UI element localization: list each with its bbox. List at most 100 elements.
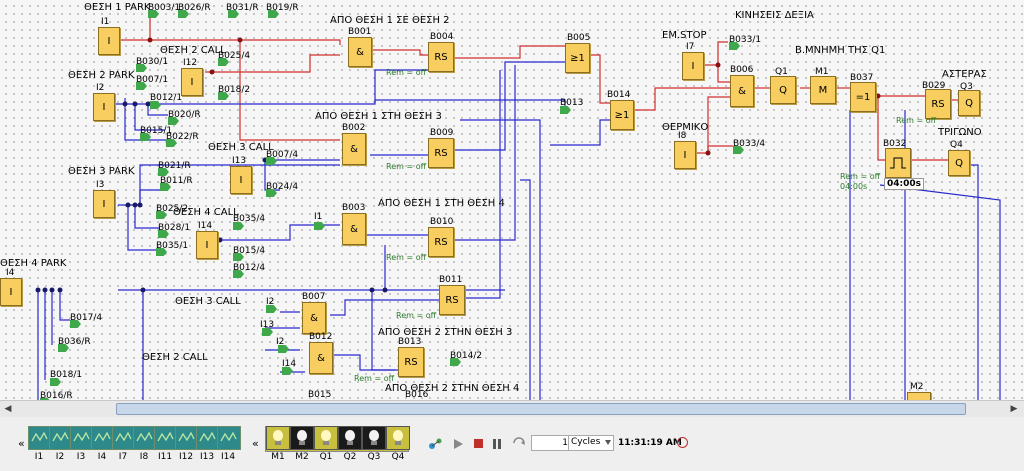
output-block-Q3[interactable]: Q (958, 90, 980, 116)
pulse-icon (890, 157, 906, 169)
cycles-label: Cycles (571, 437, 601, 447)
outputs-scroll-left[interactable]: « (252, 437, 259, 450)
cycle-icon[interactable] (512, 437, 526, 449)
scrollbar-thumb[interactable] (116, 403, 966, 415)
output-block-Q4[interactable]: Q (948, 150, 970, 176)
input-block-I8[interactable]: I (674, 141, 696, 169)
timer-block-B032[interactable] (885, 148, 911, 178)
and-block-B007[interactable]: & (302, 302, 326, 334)
block-id-B006: B006 (730, 65, 754, 75)
inputs-scroll-left[interactable]: « (18, 437, 25, 450)
switch-icon (199, 431, 216, 442)
or-block-B014[interactable]: ≥1 (610, 100, 634, 130)
connector-label: B016/R (40, 391, 73, 400)
input-block-I1[interactable]: I (98, 27, 120, 55)
circuit-diagram-canvas[interactable]: I I1 I I12 I I2 I I3 I I13 I I14 I I4 I … (0, 0, 1024, 400)
bulb-base (299, 441, 305, 445)
connector-label: B012/4 (233, 263, 266, 273)
switch-icon (31, 431, 48, 442)
connector-label: B003/1 (148, 3, 181, 13)
flag-block-M1[interactable]: M (810, 76, 836, 104)
input-block-I4[interactable]: I (0, 278, 22, 306)
input-block-I14[interactable]: I (196, 231, 218, 259)
horizontal-scrollbar[interactable]: ◀ ▶ (0, 400, 1024, 418)
switch-icon (157, 431, 174, 442)
clock-icon[interactable] (677, 437, 688, 448)
block-id-B014: B014 (607, 90, 631, 100)
title-em-stop: EM.STOP (662, 30, 707, 41)
block-id-B013: B013 (398, 337, 422, 347)
block-id-B037: B037 (850, 73, 874, 83)
connector-label: B011/R (160, 176, 193, 186)
input-block-I7[interactable]: I (682, 52, 704, 80)
block-id-B007: B007 (302, 292, 326, 302)
connector-label: B026/R (178, 3, 211, 13)
bulb-base (347, 441, 353, 445)
rs-block-B009[interactable]: RS (428, 138, 454, 168)
connector-label: B024/4 (266, 182, 299, 192)
input-block-I3[interactable]: I (93, 190, 115, 218)
switch-icon (136, 431, 153, 442)
connector-label: B018/2 (218, 85, 251, 95)
remanence-label: Rem = off (896, 116, 937, 125)
and-block-B003[interactable]: & (342, 213, 366, 245)
bulb-base (275, 441, 281, 445)
connector-label: B025/2 (156, 204, 189, 214)
connector-label: B018/1 (50, 370, 83, 380)
bulb-base (323, 441, 329, 445)
simulation-time: 11:31:19 AM (618, 438, 682, 448)
remanence-label: Rem = off (840, 172, 881, 181)
output-lamp-label: M1 (271, 452, 285, 462)
block-id-Q4: Q4 (950, 140, 963, 150)
output-lamp (266, 426, 290, 450)
input-switch[interactable] (217, 426, 241, 450)
rs-block-B011[interactable]: RS (439, 285, 465, 315)
connector-label: B033/1 (729, 35, 762, 45)
connector-label: B035/4 (233, 214, 266, 224)
rs-block-B013[interactable]: RS (398, 347, 424, 377)
connector-label: B033/4 (733, 139, 766, 149)
connector-label: B015 (308, 390, 332, 400)
block-id-B010: B010 (430, 217, 454, 227)
or-block-B005[interactable]: ≥1 (565, 43, 590, 73)
title-asteras: ΑΣΤΕΡΑΣ (942, 69, 987, 80)
pause-icon[interactable] (492, 439, 502, 449)
and-block-B001[interactable]: & (348, 37, 372, 67)
remanence-label: Rem = off (386, 253, 427, 262)
timer-parameter: 04:00s (884, 178, 925, 190)
input-block-I12[interactable]: I (181, 68, 203, 96)
and-block-B006[interactable]: & (730, 75, 754, 107)
rs-block-B010[interactable]: RS (428, 227, 454, 257)
scroll-left-arrow[interactable]: ◀ (2, 403, 14, 415)
block-id-I4: I4 (6, 268, 15, 278)
connector-label: B019/R (266, 3, 299, 13)
block-id-B001: B001 (348, 27, 372, 37)
rs-block-B004[interactable]: RS (428, 42, 454, 72)
block-id-I3: I3 (96, 180, 105, 190)
cycles-dropdown[interactable]: Cycles (568, 435, 614, 451)
scroll-right-arrow[interactable]: ▶ (1008, 403, 1020, 415)
connector-label: I2 (276, 337, 285, 347)
block-id-Q1: Q1 (775, 67, 788, 77)
input-block-I2[interactable]: I (93, 93, 115, 121)
title-thesi2-call: ΘΕΣΗ 2 CALL (160, 45, 226, 56)
connector-label: B016 (405, 390, 429, 400)
stop-icon[interactable] (474, 439, 483, 448)
remanence-label: Rem = off (354, 374, 395, 383)
flag-block-M2[interactable] (907, 392, 931, 400)
cycles-input[interactable] (531, 435, 571, 451)
and-block-B002[interactable]: & (342, 133, 366, 165)
play-icon[interactable] (454, 439, 463, 449)
and-block-B012[interactable]: & (309, 342, 333, 374)
rs-block-B029[interactable]: RS (925, 89, 951, 119)
output-lamp (314, 426, 338, 450)
connector-label: I13 (260, 320, 275, 330)
input-block-I13[interactable]: I (230, 166, 252, 194)
xor-block-B037[interactable]: =1 (850, 82, 876, 112)
bulb-icon (273, 430, 283, 441)
network-icon[interactable] (428, 438, 442, 450)
output-block-Q1[interactable]: Q (770, 76, 796, 104)
connector-label: B028/1 (158, 223, 191, 233)
bulb-base (371, 441, 377, 445)
title-apo1-sti3: ΑΠΟ ΘΕΣΗ 1 ΣΤΗ ΘΕΣΗ 3 (315, 111, 442, 122)
